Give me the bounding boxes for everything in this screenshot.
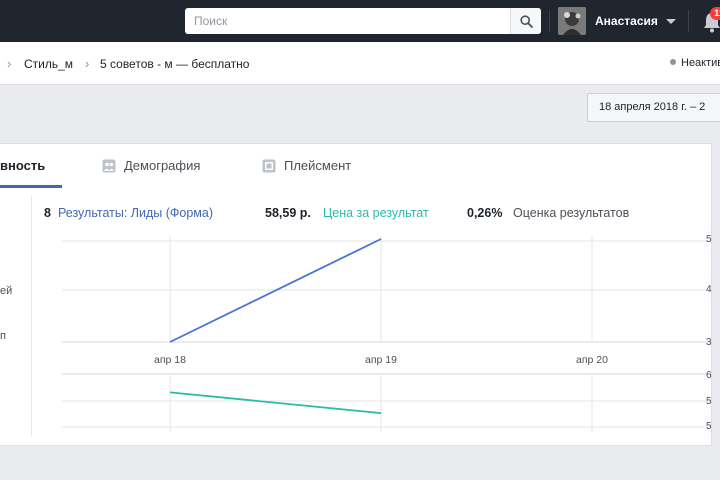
y-tick-label: 5	[706, 234, 712, 245]
user-name: Анастасия	[595, 14, 658, 28]
y-tick-label: 3	[706, 337, 712, 348]
breadcrumb: › Стиль_м › 5 советов - м — бесплатно Не…	[0, 42, 720, 85]
insights-panel: вность Демография Плейсмент ей п 8 Резул…	[0, 143, 712, 446]
breadcrumb-item-adset[interactable]: Стиль_м	[24, 57, 73, 71]
x-tick-label: апр 19	[365, 354, 397, 366]
y-tick-label: 5	[706, 396, 712, 407]
date-bar: 18 апреля 2018 г. – 2	[0, 85, 720, 131]
x-tick-label: апр 18	[154, 354, 186, 366]
search-icon	[519, 14, 533, 28]
breadcrumb-item-ad[interactable]: 5 советов - м — бесплатно	[100, 57, 249, 71]
search-box	[185, 8, 541, 34]
cost-series-line	[169, 391, 382, 415]
notifications-button[interactable]: 11	[700, 7, 720, 34]
user-menu[interactable]: Анастасия	[558, 7, 676, 35]
status-badge[interactable]: Неактивно	[670, 57, 720, 69]
chevron-right-icon: ›	[7, 56, 12, 71]
notification-badge: 11	[710, 7, 720, 20]
search-input[interactable]	[185, 8, 509, 34]
top-bar: Анастасия 11	[0, 0, 720, 42]
date-range-picker[interactable]: 18 апреля 2018 г. – 2	[587, 93, 720, 122]
status-label: Неактивно	[681, 57, 720, 69]
x-tick-label: апр 20	[576, 354, 608, 366]
topbar-divider	[688, 10, 689, 32]
status-dot-icon	[670, 59, 676, 65]
y-tick-label: 6	[706, 370, 712, 381]
topbar-divider	[549, 10, 550, 32]
y-tick-label: 5	[706, 421, 712, 432]
chevron-right-icon: ›	[85, 56, 90, 71]
y-tick-label: 4	[706, 284, 712, 295]
avatar	[558, 7, 586, 35]
performance-chart: апр 18 апр 19 апр 20 5 4 3 6 5 5	[62, 234, 712, 432]
search-button[interactable]	[510, 8, 541, 34]
chevron-down-icon	[665, 19, 676, 24]
